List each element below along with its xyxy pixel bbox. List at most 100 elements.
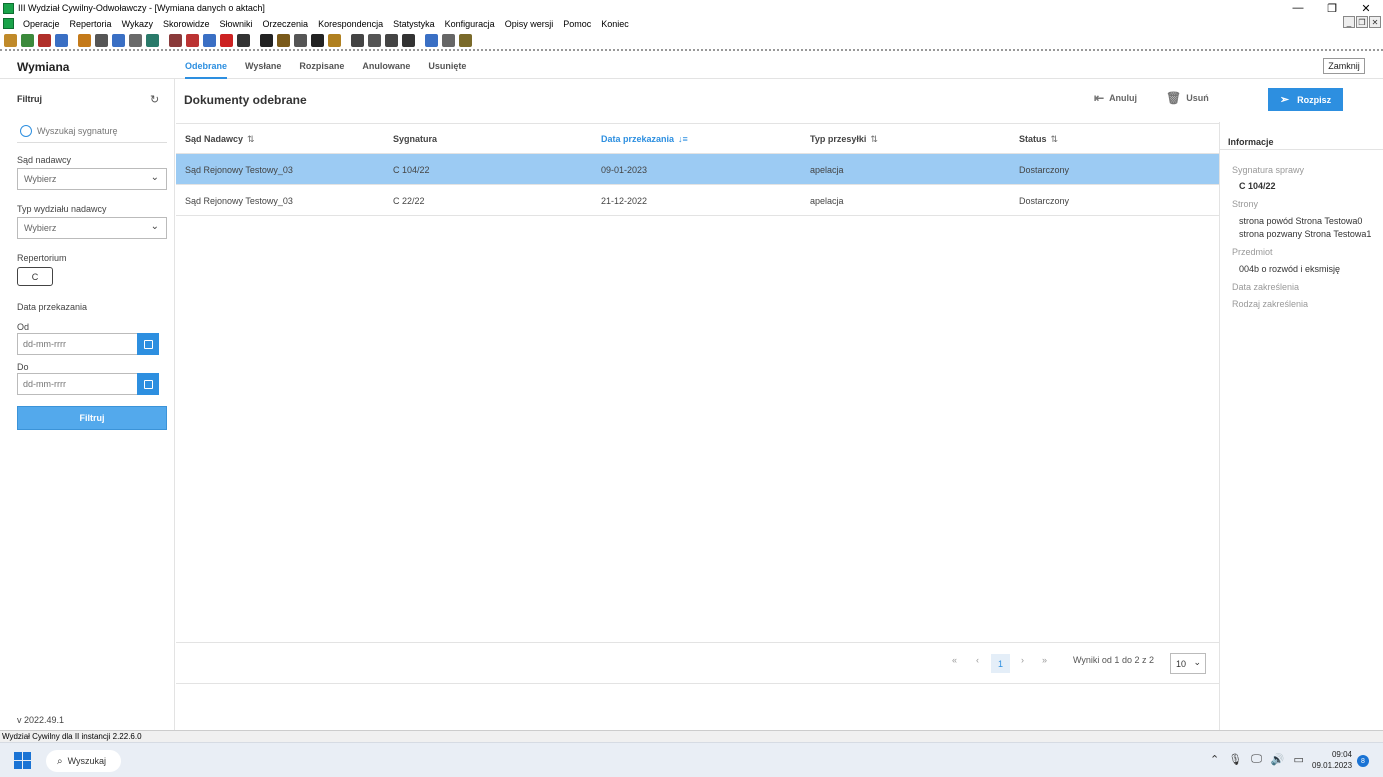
menu-item-orzeczenia[interactable]: Orzeczenia [258,19,314,29]
rozpisz-button[interactable]: ➢ Rozpisz [1268,88,1343,111]
menu-item-statystyka[interactable]: Statystyka [388,19,440,29]
first-page-button[interactable]: « [952,655,957,665]
taskbar-search[interactable]: ⌕ Wyszukaj [46,750,121,772]
menu-item-opisy-wersji[interactable]: Opisy wersji [500,19,559,29]
page-title: Dokumenty odebrane [184,93,307,107]
calendar-icon[interactable] [137,373,159,395]
sort-icon: ⇅ [1050,134,1059,144]
last-page-button[interactable]: » [1042,655,1047,665]
info-rodzaj-zakreslenia-label: Rodzaj zakreślenia [1232,299,1309,309]
toolbar-button-icon[interactable] [38,33,51,47]
delete-button[interactable]: 🗑 Usuń [1166,91,1209,105]
date-to-input[interactable] [18,379,136,389]
toolbar-button-icon[interactable] [169,33,182,47]
toolbar-button-icon[interactable] [311,33,324,47]
restore-icon[interactable]: ❐ [1315,0,1349,16]
filter-button[interactable]: Filtruj [17,406,167,430]
mdi-controls: _ ❐ ✕ [1343,16,1381,28]
cell-sygnatura: C 104/22 [393,165,430,175]
window-title: III Wydział Cywilny-Odwoławczy - [Wymian… [18,3,265,13]
toolbar-button-icon[interactable] [186,33,199,47]
toolbar-button-icon[interactable] [328,33,341,47]
date-from-input[interactable] [18,339,136,349]
toolbar-button-icon[interactable] [4,33,17,47]
table-row[interactable]: Sąd Rejonowy Testowy_03 C 104/22 09-01-2… [176,154,1219,185]
toolbar-button-icon[interactable] [459,33,472,47]
tab-odebrane[interactable]: Odebrane [185,53,228,79]
status-bar: Wydział Cywilny dla II instancji 2.22.6.… [0,730,1383,742]
page-size-value: 10 [1176,658,1187,669]
toolbar-button-icon[interactable] [277,33,290,47]
toolbar-button-icon[interactable] [294,33,307,47]
toolbar-button-icon[interactable] [55,33,68,47]
info-data-zakreslenia-label: Data zakreślenia [1232,282,1300,292]
mdi-close-icon[interactable]: ✕ [1369,16,1381,28]
prev-page-button[interactable]: ‹ [976,655,979,665]
menu-item-skorowidze[interactable]: Skorowidze [158,19,215,29]
menu-item-korespondencja[interactable]: Korespondencja [313,19,388,29]
toolbar-button-icon[interactable] [203,33,216,47]
toolbar-button-icon[interactable] [425,33,438,47]
rep-chip[interactable]: C [17,267,53,286]
tab-anulowane[interactable]: Anulowane [362,53,410,79]
menu-item-slowniki[interactable]: Słowniki [215,19,258,29]
microphone-icon[interactable]: 🎙 [1228,753,1242,766]
chevron-up-icon[interactable]: ⌃ [1210,753,1219,766]
toolbar-button-icon[interactable] [385,33,398,47]
refresh-icon[interactable]: ↻ [150,93,159,106]
sad-select[interactable]: Wybierz ⌄ [17,168,167,190]
toolbar-button-icon[interactable] [220,33,233,47]
page-1-button[interactable]: 1 [991,654,1010,673]
menu-item-wykazy[interactable]: Wykazy [117,19,158,29]
tab-wyslane[interactable]: Wysłane [245,53,281,79]
windows-start-icon[interactable] [14,752,31,769]
menu-item-operacje[interactable]: Operacje [18,19,65,29]
toolbar-button-icon[interactable] [95,33,108,47]
app-icon [3,2,14,14]
toolbar-button-icon[interactable] [21,33,34,47]
toolbar-button-icon[interactable] [368,33,381,47]
notification-badge[interactable]: 8 [1357,755,1369,767]
menu-item-pomoc[interactable]: Pomoc [558,19,596,29]
sort-desc-icon: ↓≡ [678,134,688,144]
toolbar-button-icon[interactable] [112,33,125,47]
menu-item-konfiguracja[interactable]: Konfiguracja [440,19,500,29]
close-button[interactable]: Zamknij [1323,58,1365,74]
next-page-button[interactable]: › [1021,655,1024,665]
menu-item-koniec[interactable]: Koniec [596,19,634,29]
battery-icon[interactable]: ▭ [1294,753,1304,766]
cancel-button[interactable]: ⇤ Anuluj [1094,91,1137,105]
column-data-przekazania[interactable]: Data przekazania ↓≡ [601,134,688,144]
network-icon[interactable]: 🖵 [1251,753,1262,766]
toolbar-button-icon[interactable] [260,33,273,47]
cell-sad: Sąd Rejonowy Testowy_03 [185,196,293,206]
menu-item-repertoria[interactable]: Repertoria [65,19,117,29]
toolbar-button-icon[interactable] [129,33,142,47]
minimize-icon[interactable]: — [1281,0,1315,16]
clock-time: 09:04 [1331,750,1352,759]
column-sad-nadawcy[interactable]: Sąd Nadawcy ⇅ [185,134,255,145]
page-size-select[interactable]: 10 ⌄ [1170,653,1206,674]
toolbar-button-icon[interactable] [402,33,415,47]
toolbar-button-icon[interactable] [442,33,455,47]
toolbar-button-icon[interactable] [351,33,364,47]
sad-label: Sąd nadawcy [17,155,72,165]
search-input[interactable] [37,125,157,136]
toolbar-button-icon[interactable] [78,33,91,47]
tab-rozpisane[interactable]: Rozpisane [299,53,344,79]
mdi-minimize-icon[interactable]: _ [1343,16,1355,28]
search-icon: ⌕ [57,755,63,767]
clock[interactable]: 09:04 09.01.2023 [1312,749,1352,771]
toolbar-button-icon[interactable] [146,33,159,47]
calendar-icon[interactable] [137,333,159,355]
toolbar-button-icon[interactable] [237,33,250,47]
volume-icon[interactable]: 🔊 [1271,753,1285,766]
tab-usuniete[interactable]: Usunięte [428,53,466,79]
table-row[interactable]: Sąd Rejonowy Testowy_03 C 22/22 21-12-20… [176,185,1219,216]
column-status[interactable]: Status ⇅ [1019,134,1058,145]
column-typ-przesylki[interactable]: Typ przesyłki ⇅ [810,134,878,145]
mdi-restore-icon[interactable]: ❐ [1356,16,1368,28]
typ-select[interactable]: Wybierz ⌄ [17,217,167,239]
close-window-icon[interactable]: ✕ [1349,0,1383,16]
cell-data: 21-12-2022 [601,196,648,206]
